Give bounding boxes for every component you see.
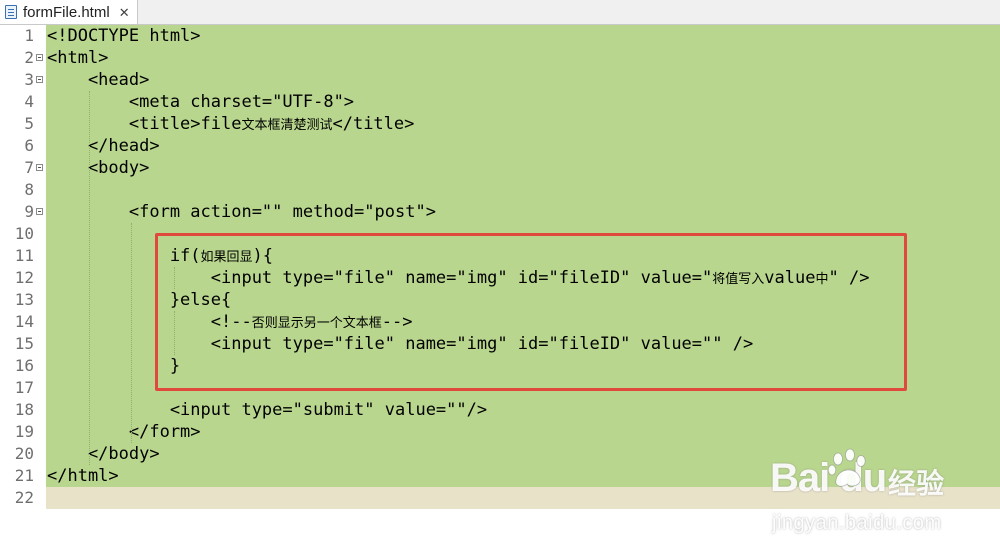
code-line[interactable]: <input type="submit" value=""/>: [47, 399, 487, 421]
line-number: 13: [14, 290, 34, 309]
line-number: 19: [14, 422, 34, 441]
line-number-gutter: 1 2 3 4 5 6 7 8 9 10 11 12 13 14 15 16 17 18 19 20 21 22: [0, 25, 46, 555]
line-number: 16: [14, 356, 34, 375]
code-token: </body>: [47, 444, 160, 464]
line-number: 1: [24, 26, 34, 45]
code-line[interactable]: <!DOCTYPE html>: [47, 25, 201, 47]
line-number: 8: [24, 180, 34, 199]
code-line[interactable]: </html>: [47, 465, 119, 487]
code-line[interactable]: </body>: [47, 443, 160, 465]
line-number: 10: [14, 224, 34, 243]
tab-formfile[interactable]: formFile.html ✕: [0, 0, 138, 24]
code-token: </html>: [47, 466, 119, 486]
code-line[interactable]: <title>file文本框清楚测试</title>: [47, 113, 415, 135]
indent-guide: [89, 91, 90, 465]
code-token: 文本框清楚测试: [241, 118, 333, 133]
code-token: <meta charset="UTF-8">: [47, 92, 355, 112]
code-token: </form>: [47, 422, 201, 442]
tab-title: formFile.html: [23, 3, 110, 21]
line-number: 7: [24, 158, 34, 177]
close-icon[interactable]: ✕: [119, 6, 130, 19]
indent-guide: [131, 223, 132, 443]
fold-toggle-icon[interactable]: [36, 54, 43, 61]
code-line[interactable]: <meta charset="UTF-8">: [47, 91, 354, 113]
annotation-highlight-box: [155, 233, 907, 391]
html-file-icon: [5, 5, 17, 19]
line-number: 15: [14, 334, 34, 353]
code-line[interactable]: <head>: [47, 69, 149, 91]
line-number: 2: [24, 48, 34, 67]
code-token: <body>: [47, 158, 150, 178]
baidu-jingyan-watermark: Bai du 经验 jingyan.baidu.com: [760, 440, 996, 552]
line-number: 14: [14, 312, 34, 331]
line-number: 3: [24, 70, 34, 89]
code-token: <head>: [47, 70, 150, 90]
line-number: 12: [14, 268, 34, 287]
line-number: 18: [14, 400, 34, 419]
line-number: 9: [24, 202, 34, 221]
code-token: </head>: [47, 136, 160, 156]
code-token: <form action="" method="post">: [47, 202, 436, 222]
code-line[interactable]: <body>: [47, 157, 149, 179]
code-line[interactable]: </form>: [47, 421, 201, 443]
code-token: <title>file: [47, 114, 242, 134]
line-number: 22: [14, 488, 34, 507]
fold-toggle-icon[interactable]: [36, 76, 43, 83]
fold-toggle-icon[interactable]: [36, 208, 43, 215]
line-number: 5: [24, 114, 34, 133]
watermark-subtitle: 经验: [888, 467, 945, 500]
line-number: 6: [24, 136, 34, 155]
paw-icon: [827, 448, 866, 487]
code-token: </title>: [332, 114, 415, 134]
fold-toggle-icon[interactable]: [36, 164, 43, 171]
line-number: 4: [24, 92, 34, 111]
code-token: <!DOCTYPE html>: [47, 26, 201, 46]
line-number: 17: [14, 378, 34, 397]
editor-tab-bar: formFile.html ✕: [0, 0, 1000, 25]
code-token: <html>: [47, 48, 109, 68]
code-line[interactable]: </head>: [47, 135, 160, 157]
watermark-url: jingyan.baidu.com: [772, 512, 942, 534]
line-number: 21: [14, 466, 34, 485]
line-number: 20: [14, 444, 34, 463]
line-number: 11: [14, 246, 34, 265]
code-token: <input type="submit" value=""/>: [47, 400, 488, 420]
code-line[interactable]: <html>: [47, 47, 108, 69]
code-line[interactable]: <form action="" method="post">: [47, 201, 436, 223]
